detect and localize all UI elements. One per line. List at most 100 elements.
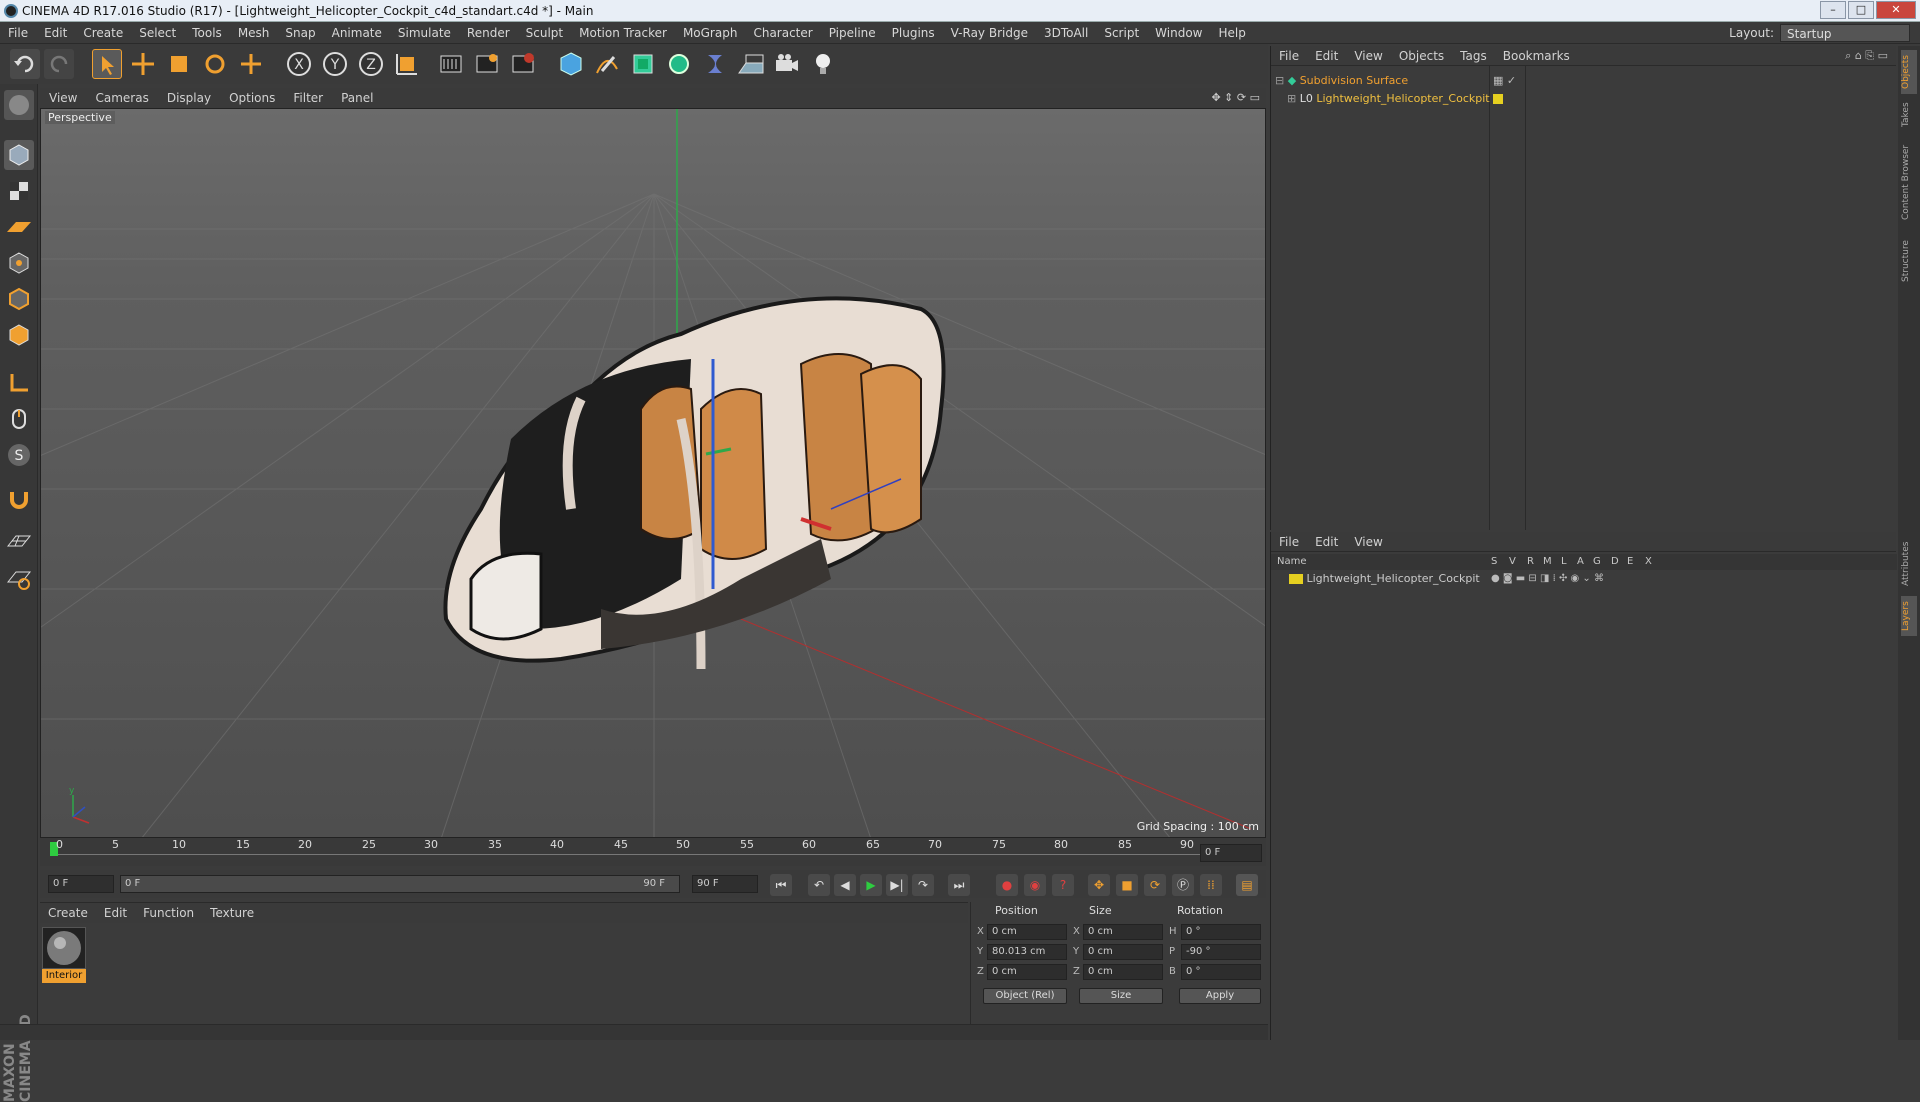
menu-character[interactable]: Character	[745, 22, 820, 44]
viewport-menu-panel[interactable]: Panel	[332, 88, 382, 108]
key-pla-icon[interactable]: ⁞⁞	[1200, 874, 1222, 896]
previous-frame-icon[interactable]: ◀	[834, 874, 856, 896]
timeline-ruler[interactable]: 0 5 10 15 20 25 30 35 40 45 50 55 60 65 …	[40, 838, 1266, 866]
camera-icon[interactable]	[772, 49, 802, 79]
menu-snap[interactable]: Snap	[277, 22, 323, 44]
object-row-subdivision-surface[interactable]: ⊟ ◆ Subdivision Surface ▦ ✓	[1275, 72, 1887, 90]
menu-create[interactable]: Create	[75, 22, 131, 44]
tab-content-browser[interactable]: Content Browser	[1901, 142, 1917, 222]
go-to-start-icon[interactable]: ⏮	[770, 874, 792, 896]
layer-color-tag[interactable]	[1493, 94, 1503, 104]
menu-help[interactable]: Help	[1210, 22, 1253, 44]
tab-objects[interactable]: Objects	[1901, 50, 1917, 94]
grid-lock-icon[interactable]	[4, 528, 34, 558]
layers-menu-view[interactable]: View	[1346, 532, 1390, 552]
minimize-button[interactable]: –	[1820, 1, 1846, 19]
key-parameter-icon[interactable]: Ⓟ	[1172, 874, 1194, 896]
col-s[interactable]: S	[1491, 554, 1497, 570]
layout-dropdown[interactable]: Startup	[1780, 24, 1910, 42]
col-m[interactable]: M	[1543, 554, 1552, 570]
edges-mode-icon[interactable]	[4, 284, 34, 314]
layers-menu-file[interactable]: File	[1271, 532, 1307, 552]
layer-flag-icons[interactable]: ● ◙ ▬ ⊟ ◨ ⁞ ✣ ◉ ⌄ ⌘	[1491, 570, 1604, 588]
redo-icon[interactable]	[44, 49, 74, 79]
timeline-window-icon[interactable]: ▤	[1236, 874, 1258, 896]
layers-menu-edit[interactable]: Edit	[1307, 532, 1346, 552]
menu-render[interactable]: Render	[459, 22, 518, 44]
viewport-menu-filter[interactable]: Filter	[284, 88, 332, 108]
objects-menu-file[interactable]: File	[1271, 46, 1307, 66]
next-frame-icon[interactable]: ▶|	[886, 874, 908, 896]
position-x-field[interactable]: 0 cm	[987, 924, 1067, 940]
objects-menu-tags[interactable]: Tags	[1452, 46, 1495, 66]
cube-object-icon[interactable]	[556, 49, 586, 79]
light-bulb-icon[interactable]	[808, 49, 838, 79]
subdivision-surface-icon[interactable]	[628, 49, 658, 79]
col-r[interactable]: R	[1527, 554, 1534, 570]
viewport-menu-options[interactable]: Options	[220, 88, 284, 108]
col-x[interactable]: X	[1645, 554, 1652, 570]
key-rotation-icon[interactable]: ⟳	[1144, 874, 1166, 896]
menu-file[interactable]: File	[0, 22, 36, 44]
menu-select[interactable]: Select	[131, 22, 184, 44]
col-e[interactable]: E	[1627, 554, 1633, 570]
viewport-menu-view[interactable]: View	[40, 88, 86, 108]
apply-button[interactable]: Apply	[1179, 988, 1261, 1004]
close-button[interactable]: ✕	[1876, 1, 1916, 19]
material-menu-texture[interactable]: Texture	[202, 903, 262, 923]
go-to-end-icon[interactable]: ⏭	[948, 874, 970, 896]
auto-keying-icon[interactable]: ◉	[1024, 874, 1046, 896]
material-menu-function[interactable]: Function	[135, 903, 202, 923]
keyframe-selection-icon[interactable]: ?	[1052, 874, 1074, 896]
helicopter-cockpit-model[interactable]	[443, 296, 946, 670]
material-swatch-interior[interactable]: Interior	[42, 927, 86, 985]
transform-icon[interactable]	[236, 49, 266, 79]
deformer-icon[interactable]	[700, 49, 730, 79]
next-key-icon[interactable]: ↷	[912, 874, 934, 896]
polygons-mode-icon[interactable]	[4, 320, 34, 350]
menu-vray-bridge[interactable]: V-Ray Bridge	[943, 22, 1036, 44]
play-icon[interactable]: ▶	[860, 874, 882, 896]
menu-plugins[interactable]: Plugins	[884, 22, 943, 44]
menu-3dtoall[interactable]: 3DToAll	[1036, 22, 1096, 44]
select-arrow-icon[interactable]	[92, 49, 122, 79]
magnet-icon[interactable]	[4, 484, 34, 514]
key-scale-icon[interactable]: ■	[1116, 874, 1138, 896]
scale-icon[interactable]	[164, 49, 194, 79]
menu-mesh[interactable]: Mesh	[230, 22, 278, 44]
menu-motion-tracker[interactable]: Motion Tracker	[571, 22, 675, 44]
menu-script[interactable]: Script	[1096, 22, 1147, 44]
current-frame-field[interactable]: 0 F	[1200, 844, 1262, 862]
menu-edit[interactable]: Edit	[36, 22, 75, 44]
spline-pen-icon[interactable]	[592, 49, 622, 79]
layer-row[interactable]: Lightweight_Helicopter_Cockpit ● ◙ ▬ ⊟ ◨…	[1275, 570, 1887, 588]
objects-menu-view[interactable]: View	[1346, 46, 1390, 66]
texture-mode-icon[interactable]	[4, 176, 34, 206]
col-v[interactable]: V	[1509, 554, 1516, 570]
rotation-b-field[interactable]: 0 °	[1181, 964, 1261, 980]
size-x-field[interactable]: 0 cm	[1083, 924, 1163, 940]
tab-attributes[interactable]: Attributes	[1901, 536, 1917, 592]
col-a[interactable]: A	[1577, 554, 1584, 570]
expand-toggle-icon[interactable]: ⊞	[1275, 92, 1296, 105]
name-column-header[interactable]: Name	[1277, 554, 1307, 570]
z-axis-lock-icon[interactable]: Z	[356, 49, 386, 79]
render-view-icon[interactable]	[436, 49, 466, 79]
menu-mograph[interactable]: MoGraph	[675, 22, 746, 44]
rotation-p-field[interactable]: -90 °	[1181, 944, 1261, 960]
expand-toggle-icon[interactable]: ⊟	[1275, 74, 1284, 87]
size-y-field[interactable]: 0 cm	[1083, 944, 1163, 960]
viewport-navigation-icons[interactable]: ✥ ⇕ ⟳ ▭	[1211, 88, 1260, 108]
x-axis-lock-icon[interactable]: X	[284, 49, 314, 79]
objects-menu-bookmarks[interactable]: Bookmarks	[1495, 46, 1578, 66]
material-menu-edit[interactable]: Edit	[96, 903, 135, 923]
position-y-field[interactable]: 80.013 cm	[987, 944, 1067, 960]
record-keys-icon[interactable]: ●	[996, 874, 1018, 896]
move-icon[interactable]	[128, 49, 158, 79]
rotation-h-field[interactable]: 0 °	[1181, 924, 1261, 940]
menu-sculpt[interactable]: Sculpt	[518, 22, 571, 44]
tab-structure[interactable]: Structure	[1901, 236, 1917, 286]
col-d[interactable]: D	[1611, 554, 1619, 570]
menu-window[interactable]: Window	[1147, 22, 1210, 44]
col-l[interactable]: L	[1561, 554, 1567, 570]
